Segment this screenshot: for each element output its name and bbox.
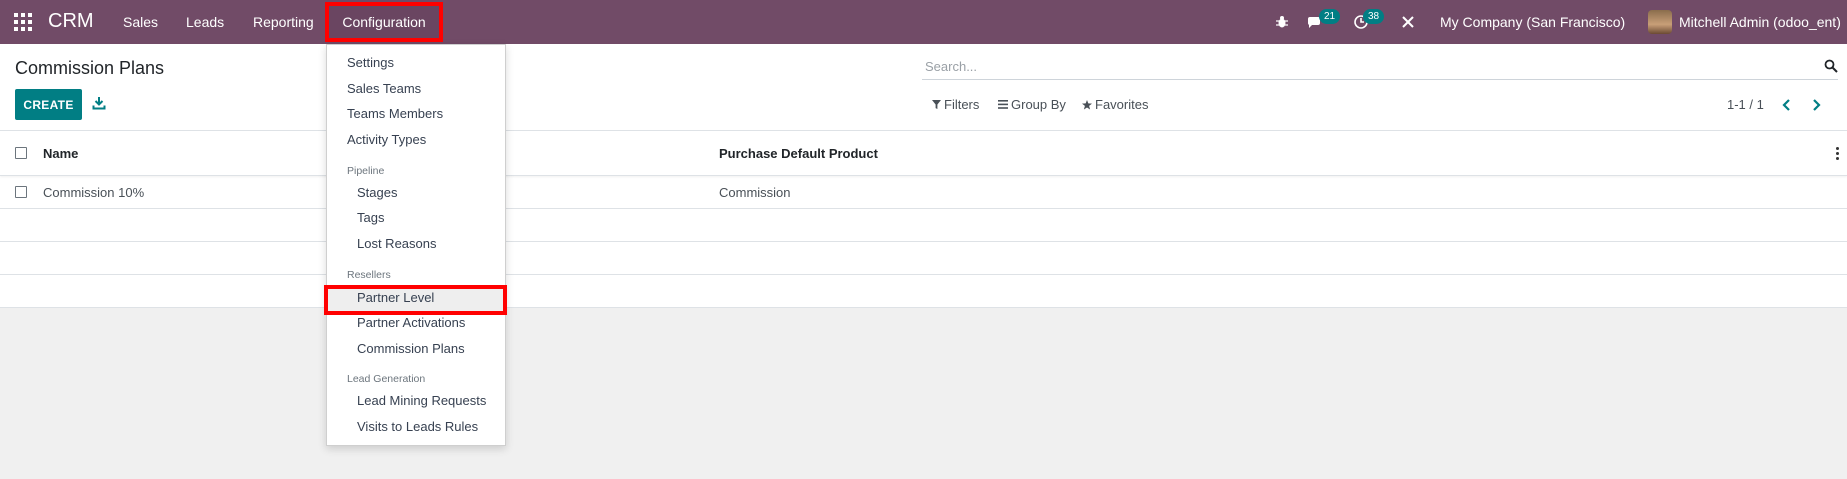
app-brand[interactable]: CRM bbox=[48, 10, 94, 33]
chevron-left-icon[interactable] bbox=[1782, 98, 1792, 112]
menu-item-visits-to-leads-rules[interactable]: Visits to Leads Rules bbox=[357, 419, 478, 434]
section-header-resellers: Resellers bbox=[347, 269, 391, 281]
menu-item-partner-activations[interactable]: Partner Activations bbox=[357, 315, 465, 330]
menu-item-sales-teams[interactable]: Sales Teams bbox=[347, 81, 421, 96]
column-header-product[interactable]: Purchase Default Product bbox=[719, 146, 878, 161]
pager-value[interactable]: 1-1 / 1 bbox=[1727, 97, 1764, 112]
section-header-pipeline: Pipeline bbox=[347, 165, 385, 177]
cell-name: Commission 10% bbox=[43, 185, 145, 200]
search-input[interactable] bbox=[922, 54, 1802, 78]
top-navbar: CRM Sales Leads Reporting Configuration … bbox=[0, 0, 1847, 44]
favorites-label: Favorites bbox=[1095, 97, 1149, 112]
menu-sales[interactable]: Sales bbox=[123, 14, 158, 30]
cell-product: Commission bbox=[719, 185, 791, 200]
user-menu[interactable]: Mitchell Admin (odoo_ent) bbox=[1679, 14, 1841, 30]
groupby-label: Group By bbox=[1011, 97, 1066, 112]
menu-item-activity-types[interactable]: Activity Types bbox=[347, 132, 426, 147]
filters-label: Filters bbox=[944, 97, 980, 112]
download-icon[interactable] bbox=[92, 96, 106, 110]
optional-columns-icon[interactable] bbox=[1836, 147, 1839, 162]
column-header-name[interactable]: Name bbox=[43, 146, 78, 161]
tools-icon[interactable] bbox=[1401, 15, 1415, 29]
menu-item-lead-mining-requests[interactable]: Lead Mining Requests bbox=[357, 393, 486, 408]
page-title: Commission Plans bbox=[15, 58, 165, 78]
search-icon[interactable] bbox=[1824, 59, 1838, 73]
menu-item-tags[interactable]: Tags bbox=[357, 210, 384, 225]
groupby-button[interactable]: Group By bbox=[998, 97, 1066, 112]
messages-badge: 21 bbox=[1319, 9, 1341, 24]
filters-button[interactable]: Filters bbox=[932, 97, 979, 112]
company-switcher[interactable]: My Company (San Francisco) bbox=[1440, 14, 1625, 30]
table-row[interactable]: Commission 10% Commission bbox=[0, 176, 1847, 209]
menu-item-partner-level[interactable]: Partner Level bbox=[357, 290, 434, 305]
apps-grid-icon[interactable] bbox=[14, 13, 32, 31]
list-view: Name Purchase Default Product Commission… bbox=[0, 131, 1847, 308]
star-icon bbox=[1082, 99, 1092, 109]
favorites-button[interactable]: Favorites bbox=[1082, 97, 1148, 112]
user-avatar[interactable] bbox=[1648, 10, 1672, 34]
menu-leads[interactable]: Leads bbox=[186, 14, 224, 30]
menu-reporting[interactable]: Reporting bbox=[253, 14, 314, 30]
search-bar bbox=[922, 54, 1838, 80]
menu-item-stages[interactable]: Stages bbox=[357, 185, 397, 200]
row-checkbox[interactable] bbox=[15, 186, 27, 198]
activities-badge: 38 bbox=[1363, 9, 1385, 24]
control-panel: Commission Plans CREATE Filters Group By… bbox=[0, 44, 1847, 131]
menu-item-lost-reasons[interactable]: Lost Reasons bbox=[357, 236, 437, 251]
bug-icon[interactable] bbox=[1276, 15, 1288, 29]
menu-configuration-label: Configuration bbox=[342, 14, 426, 30]
configuration-dropdown: Settings Sales Teams Teams Members Activ… bbox=[324, 44, 507, 446]
select-all-checkbox[interactable] bbox=[15, 147, 27, 159]
menu-item-teams-members[interactable]: Teams Members bbox=[347, 106, 443, 121]
section-header-lead-generation: Lead Generation bbox=[347, 373, 426, 385]
bars-icon bbox=[998, 100, 1008, 109]
menu-configuration[interactable]: Configuration bbox=[325, 2, 443, 42]
chevron-right-icon[interactable] bbox=[1811, 98, 1821, 112]
menu-item-commission-plans[interactable]: Commission Plans bbox=[357, 341, 465, 356]
empty-row bbox=[0, 209, 1847, 242]
menu-item-settings[interactable]: Settings bbox=[347, 55, 394, 70]
filter-icon bbox=[932, 100, 941, 109]
list-header: Name Purchase Default Product bbox=[0, 131, 1847, 176]
create-button[interactable]: CREATE bbox=[15, 89, 82, 120]
empty-row bbox=[0, 275, 1847, 308]
empty-row bbox=[0, 242, 1847, 275]
